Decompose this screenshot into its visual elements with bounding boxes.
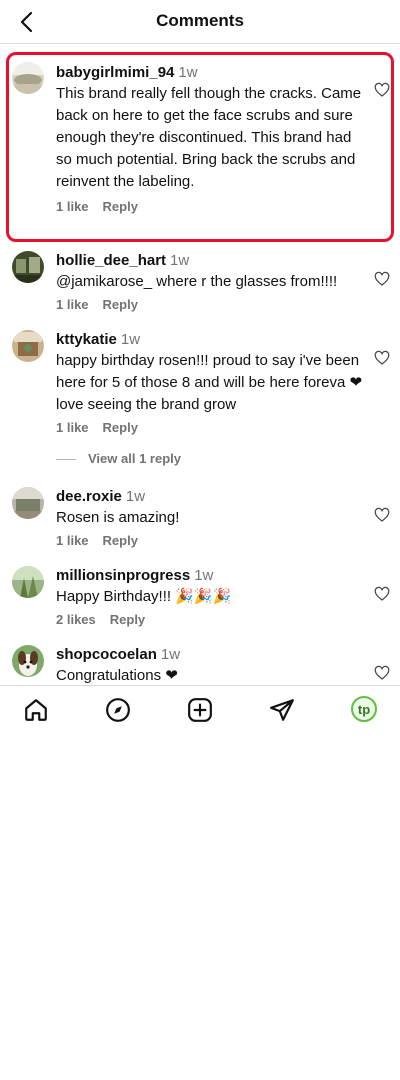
reply-button[interactable]: Reply (110, 612, 145, 627)
reply-button[interactable]: Reply (103, 420, 138, 435)
avatar[interactable] (12, 330, 44, 362)
bottom-nav: tp (0, 685, 400, 731)
avatar[interactable] (12, 251, 44, 283)
comment-timestamp: 1w (120, 331, 141, 348)
comment-timestamp: 1w (160, 646, 181, 663)
heart-icon[interactable] (374, 271, 390, 287)
profile-initials: tp (357, 701, 371, 717)
replies-divider (56, 459, 76, 461)
comment-text: happy birthday rosen!!! proud to say i'v… (56, 352, 363, 413)
comment-username[interactable]: millionsinprogress (56, 567, 190, 584)
create-icon[interactable] (187, 697, 213, 723)
highlight-box (6, 52, 394, 242)
like-count[interactable]: 1 like (56, 533, 89, 548)
avatar[interactable] (12, 487, 44, 519)
avatar[interactable] (12, 566, 44, 598)
comment-username[interactable]: shopcocoelan (56, 646, 157, 663)
like-count[interactable]: 1 like (56, 420, 89, 435)
comment-text: Rosen is amazing! (56, 509, 180, 526)
like-count[interactable]: 2 likes (56, 612, 96, 627)
view-replies-label: View all 1 reply (88, 451, 181, 466)
heart-icon[interactable] (374, 350, 390, 366)
comment-username[interactable]: hollie_dee_hart (56, 252, 166, 269)
heart-icon[interactable] (374, 507, 390, 523)
comment-timestamp: 1w (194, 567, 214, 584)
comment-username[interactable]: dee.roxie (56, 488, 122, 505)
direct-message-icon[interactable] (269, 697, 295, 723)
avatar[interactable] (12, 645, 44, 677)
reply-button[interactable]: Reply (103, 533, 138, 548)
page-title: Comments (156, 11, 244, 30)
comment-text: Congratulations ❤ (56, 667, 178, 684)
comment-text: Happy Birthday!!! 🎉🎉🎉 (56, 588, 232, 605)
comment-text: @jamikarose_ where r the glasses from!!!… (56, 273, 338, 290)
comment-timestamp: 1w (125, 488, 146, 505)
comment-username[interactable]: kttykatie (56, 331, 117, 348)
heart-icon[interactable] (374, 665, 390, 681)
comment-timestamp: 1w (170, 252, 190, 269)
heart-icon[interactable] (374, 586, 390, 602)
reply-button[interactable]: Reply (103, 297, 138, 312)
header: Comments (0, 0, 400, 44)
home-icon[interactable] (23, 697, 49, 723)
profile-avatar[interactable]: tp (351, 696, 377, 722)
explore-icon[interactable] (105, 697, 131, 723)
like-count[interactable]: 1 like (56, 297, 89, 312)
view-replies-button[interactable]: View all 1 reply (56, 451, 181, 466)
